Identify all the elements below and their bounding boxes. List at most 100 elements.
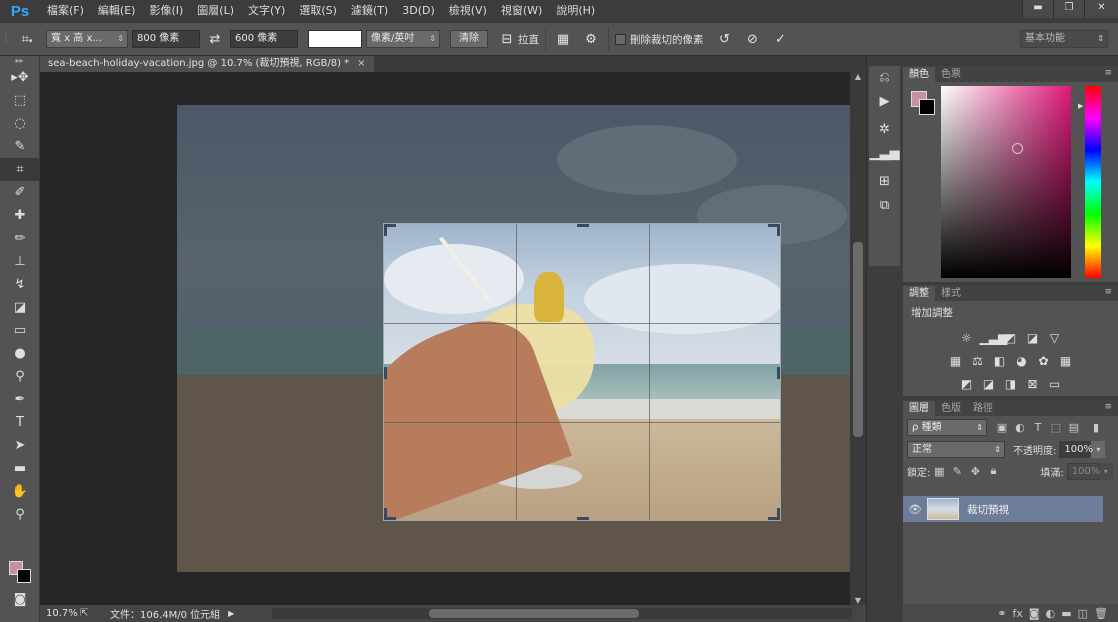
layer-kind-select[interactable]: ρ 種類 ⇕: [907, 418, 987, 436]
tab-layers[interactable]: 圖層: [903, 401, 935, 416]
black-white-icon[interactable]: ◧: [991, 352, 1009, 370]
color-balance-icon[interactable]: ⚖: [969, 352, 987, 370]
delete-pixels-checkbox[interactable]: [615, 33, 626, 45]
straighten-icon[interactable]: ⊟: [496, 32, 518, 47]
crop-handle-bottom-right[interactable]: [777, 508, 780, 520]
clone-source-icon[interactable]: ⧉: [869, 194, 900, 218]
menu-type[interactable]: 文字(Y): [241, 0, 292, 22]
tab-adjustments[interactable]: 調整: [903, 286, 935, 301]
background-color-swatch[interactable]: [17, 569, 31, 583]
lock-pixels-icon[interactable]: ✎: [948, 465, 966, 478]
vertical-scroll-thumb[interactable]: [853, 242, 863, 437]
lock-all-icon[interactable]: 🔒︎: [984, 464, 1002, 478]
color-saturation-field[interactable]: [941, 86, 1071, 278]
invert-icon[interactable]: ◩: [958, 375, 976, 393]
pen-tool-icon[interactable]: ✒: [0, 388, 40, 411]
history-panel-icon[interactable]: ⎌: [869, 66, 900, 90]
zoom-level[interactable]: 10.7%: [40, 608, 80, 619]
exposure-icon[interactable]: ◪: [1024, 329, 1042, 347]
crop-tool-icon[interactable]: ⌗: [0, 158, 40, 181]
gear-icon[interactable]: ⚙: [580, 32, 602, 47]
workspace-select[interactable]: 基本功能 ⇕: [1020, 30, 1108, 48]
photo-filter-icon[interactable]: ◕: [1013, 352, 1031, 370]
menu-window[interactable]: 視窗(W): [494, 0, 549, 22]
history-brush-tool-icon[interactable]: ↯: [0, 273, 40, 296]
export-icon[interactable]: ⇱: [80, 608, 110, 619]
panel-menu-icon[interactable]: ≡: [1104, 402, 1112, 412]
brush-presets-icon[interactable]: ✲: [869, 118, 900, 142]
height-input[interactable]: 600 像素: [230, 30, 298, 48]
curves-icon[interactable]: ◩: [1002, 329, 1020, 347]
straighten-label[interactable]: 拉直: [518, 32, 539, 47]
move-tool-icon[interactable]: ▸✥: [0, 66, 40, 89]
restore-button[interactable]: ❐: [1053, 0, 1084, 18]
document-close-icon[interactable]: ×: [357, 58, 365, 69]
menu-filter[interactable]: 濾鏡(T): [344, 0, 395, 22]
new-adjustment-icon[interactable]: ◐: [1046, 607, 1056, 620]
swap-dimensions-icon[interactable]: ⇄: [204, 32, 226, 47]
posterize-icon[interactable]: ◪: [980, 375, 998, 393]
filter-pixel-icon[interactable]: ▣: [993, 421, 1011, 434]
menu-select[interactable]: 選取(S): [292, 0, 344, 22]
opacity-dropdown-icon[interactable]: ▾: [1091, 440, 1106, 458]
scroll-up-icon[interactable]: ▲: [850, 72, 866, 81]
hue-saturation-icon[interactable]: ▦: [947, 352, 965, 370]
menu-file[interactable]: 檔案(F): [40, 0, 91, 22]
gradient-tool-icon[interactable]: ▭: [0, 319, 40, 342]
cancel-icon[interactable]: ⊘: [742, 32, 764, 47]
menu-edit[interactable]: 編輯(E): [91, 0, 143, 22]
actions-panel-icon[interactable]: ▶: [869, 90, 900, 114]
trash-icon[interactable]: 🗑︎: [1094, 607, 1108, 620]
new-layer-icon[interactable]: ◫: [1078, 607, 1088, 620]
scroll-down-icon[interactable]: ▼: [850, 596, 866, 605]
quick-mask-icon[interactable]: ◙: [0, 588, 40, 611]
blur-tool-icon[interactable]: ●: [0, 342, 40, 365]
path-select-tool-icon[interactable]: ➤: [0, 434, 40, 457]
status-menu-icon[interactable]: ▶: [228, 609, 234, 618]
clear-button[interactable]: 清除: [450, 30, 488, 48]
shape-tool-icon[interactable]: ▬: [0, 457, 40, 480]
layer-row[interactable]: 👁︎ 裁切預視: [903, 496, 1103, 522]
toolbar-grip-icon[interactable]: ▸▸: [0, 56, 39, 66]
lasso-tool-icon[interactable]: ◌: [0, 112, 40, 135]
tab-color[interactable]: 顏色: [903, 67, 935, 82]
fill-input[interactable]: 100%: [1066, 462, 1100, 480]
menu-image[interactable]: 影像(I): [142, 0, 190, 22]
properties-icon[interactable]: ⊞: [869, 170, 900, 194]
crop-tool-preset-icon[interactable]: ⌗▾: [12, 32, 42, 47]
layer-style-icon[interactable]: fx: [1013, 607, 1023, 620]
hand-tool-icon[interactable]: ✋: [0, 480, 40, 503]
stamp-tool-icon[interactable]: ⊥: [0, 250, 40, 273]
crop-handle-bottom-left[interactable]: [384, 508, 387, 520]
close-button[interactable]: ✕: [1084, 0, 1118, 18]
horizontal-scrollbar[interactable]: [272, 608, 852, 619]
new-group-icon[interactable]: ▬: [1061, 607, 1071, 620]
eyedropper-tool-icon[interactable]: ✐: [0, 181, 40, 204]
reset-icon[interactable]: ↺: [714, 32, 736, 47]
tab-swatches[interactable]: 色票: [935, 67, 967, 82]
filter-smart-object-icon[interactable]: ▤: [1065, 421, 1083, 434]
histogram-icon[interactable]: ▁▃▅: [869, 142, 900, 166]
crop-handle-top[interactable]: [577, 224, 589, 227]
hue-slider-arrow-icon[interactable]: ▶: [1078, 102, 1083, 110]
link-layers-icon[interactable]: ⚭: [997, 607, 1006, 620]
crop-handle-top-right[interactable]: [777, 224, 780, 236]
color-lookup-icon[interactable]: ▦: [1057, 352, 1075, 370]
brightness-contrast-icon[interactable]: ☼: [958, 329, 976, 347]
crop-handle-top-left[interactable]: [384, 224, 387, 236]
menu-help[interactable]: 說明(H): [549, 0, 602, 22]
crop-handle-left[interactable]: [384, 367, 387, 379]
eraser-tool-icon[interactable]: ◪: [0, 296, 40, 319]
lock-position-icon[interactable]: ✥: [966, 465, 984, 478]
color-picker-cursor[interactable]: [1012, 143, 1023, 154]
marquee-tool-icon[interactable]: ⬚: [0, 89, 40, 112]
fill-dropdown-icon[interactable]: ▾: [1098, 462, 1113, 480]
crop-handle-right[interactable]: [777, 367, 780, 379]
layer-name[interactable]: 裁切預視: [967, 502, 1009, 517]
vibrance-icon[interactable]: ▽: [1046, 329, 1064, 347]
tab-channels[interactable]: 色版: [935, 401, 967, 416]
lock-transparent-icon[interactable]: ▦: [930, 465, 948, 478]
healing-brush-tool-icon[interactable]: ✚: [0, 204, 40, 227]
menu-3d[interactable]: 3D(D): [395, 0, 442, 22]
eye-icon[interactable]: 👁︎: [903, 503, 927, 516]
